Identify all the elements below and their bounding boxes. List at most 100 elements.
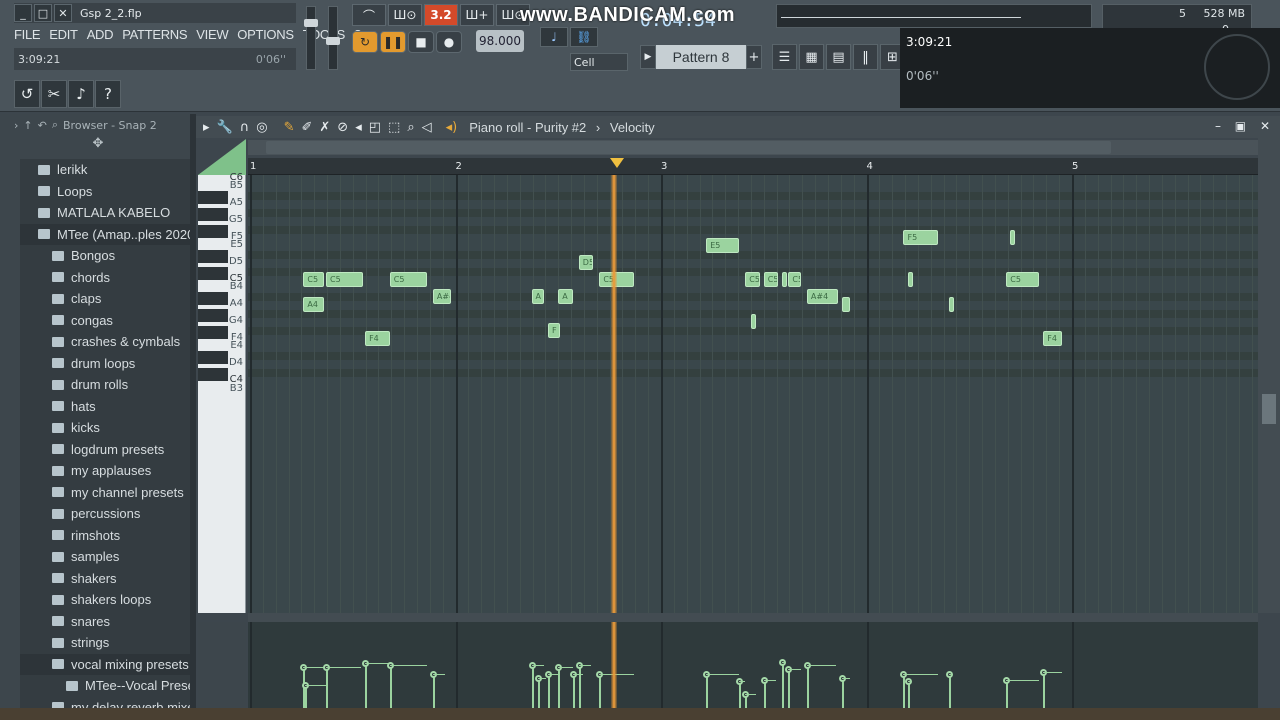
magnet-icon[interactable]: ∩ <box>240 120 250 135</box>
help-icon[interactable]: ? <box>95 80 121 108</box>
playhead[interactable] <box>610 175 617 613</box>
close-icon[interactable]: ✕ <box>1260 119 1270 133</box>
velocity-stem[interactable] <box>547 674 550 712</box>
browser-item[interactable]: crashes & cymbals <box>20 331 190 353</box>
menu-arrow-icon[interactable]: ▸ <box>203 120 210 135</box>
browser-item[interactable]: samples <box>20 546 190 568</box>
browser-item[interactable]: shakers loops <box>20 589 190 611</box>
black-key[interactable] <box>198 367 228 381</box>
menu-item-add[interactable]: ADD <box>87 27 114 42</box>
browser-item[interactable]: MTee (Amap..ples 2020 <box>20 223 190 245</box>
note[interactable] <box>841 297 851 313</box>
countdown-icon[interactable]: 3.2 <box>424 4 458 26</box>
select-icon[interactable]: ⬚ <box>388 120 400 135</box>
black-key[interactable] <box>198 249 228 263</box>
note[interactable]: C5 <box>389 272 427 288</box>
browser-item[interactable]: percussions <box>20 503 190 525</box>
close-icon[interactable]: ✕ <box>54 4 72 22</box>
pattern-selector[interactable]: ▶ Pattern 8 + <box>640 44 762 70</box>
black-key[interactable] <box>198 350 228 364</box>
browser-item[interactable]: drum loops <box>20 353 190 375</box>
loop-record-icon[interactable]: ↻ <box>352 31 378 53</box>
note[interactable]: C5 <box>745 272 760 288</box>
pause-icon[interactable]: ❚❚ <box>380 31 406 53</box>
browser-item[interactable]: my channel presets <box>20 482 190 504</box>
playlist-icon[interactable]: ☰ <box>772 44 797 70</box>
pattern-menu-icon[interactable]: ▶ <box>640 45 656 69</box>
browser-item[interactable]: congas <box>20 310 190 332</box>
link-icon[interactable]: ⛓ <box>570 27 598 47</box>
note[interactable] <box>782 272 788 288</box>
velocity-stem[interactable] <box>782 661 785 712</box>
velocity-stem[interactable] <box>706 674 709 712</box>
velocity-stem[interactable] <box>788 668 791 712</box>
velocity-stem[interactable] <box>432 674 435 712</box>
stamp-icon[interactable]: ◎ <box>256 120 267 135</box>
note-grid[interactable]: C5C5C5A4F4A#4AAFD5C5E5C5C5C5A#4F5C5F4 <box>248 175 1258 613</box>
browser-item[interactable]: vocal mixing presets <box>20 653 190 675</box>
black-key[interactable] <box>198 207 228 221</box>
undo-icon[interactable]: ↺ <box>14 80 40 108</box>
velocity-target[interactable]: Velocity <box>610 120 655 135</box>
tool-corner[interactable] <box>198 139 246 175</box>
vertical-scrollbar[interactable] <box>1258 138 1280 613</box>
cut-icon[interactable]: ✂ <box>41 80 67 108</box>
microphone-icon[interactable]: ♪ <box>68 80 94 108</box>
zoom-icon[interactable]: ⌕ <box>407 120 414 135</box>
slice-icon[interactable]: ◰ <box>369 120 381 135</box>
velocity-stem[interactable] <box>599 674 602 712</box>
menu-item-view[interactable]: VIEW <box>196 27 228 42</box>
note[interactable] <box>1010 229 1016 245</box>
scroll-thumb[interactable] <box>266 141 1111 154</box>
browser-item[interactable]: MTee--Vocal Presets <box>20 675 190 697</box>
search-icon[interactable]: ⌕ <box>52 118 58 132</box>
pattern-name[interactable]: Pattern 8 <box>656 45 746 69</box>
velocity-stem[interactable] <box>365 662 368 712</box>
mute-tool-icon[interactable]: ⊘ <box>337 120 348 135</box>
browser-item[interactable]: logdrum presets <box>20 439 190 461</box>
paint-icon[interactable]: ✐ <box>301 120 312 135</box>
note[interactable]: F4 <box>365 330 390 346</box>
velocity-stem[interactable] <box>806 665 809 712</box>
velocity-stem[interactable] <box>537 677 540 712</box>
velocity-lane[interactable] <box>248 622 1258 712</box>
black-key[interactable] <box>198 190 228 204</box>
timeline-ruler[interactable]: 1 2 3 4 5 <box>248 158 1258 175</box>
black-key[interactable] <box>198 224 228 238</box>
pencil-icon[interactable]: ✎ <box>284 120 295 135</box>
menu-item-options[interactable]: OPTIONS <box>237 27 294 42</box>
black-key[interactable] <box>198 266 228 280</box>
browser-item[interactable]: kicks <box>20 417 190 439</box>
browser-item[interactable]: MATLALA KABELO <box>20 202 190 224</box>
horizontal-scrollbar[interactable] <box>248 140 1258 155</box>
browser-item[interactable]: my applauses <box>20 460 190 482</box>
menu-item-edit[interactable]: EDIT <box>49 27 78 42</box>
note[interactable]: E5 <box>706 238 740 254</box>
slider-knob[interactable] <box>326 37 340 45</box>
menu-item-file[interactable]: FILE <box>14 27 41 42</box>
browser-item[interactable]: strings <box>20 632 190 654</box>
velocity-stem[interactable] <box>558 667 561 712</box>
browser-item[interactable]: rimshots <box>20 525 190 547</box>
snap-icon[interactable]: ♩ <box>540 27 568 47</box>
back-icon[interactable]: ↶ <box>38 119 47 132</box>
channel-rack-icon[interactable]: ▦ <box>799 44 824 70</box>
browser-item[interactable]: drum rolls <box>20 374 190 396</box>
note[interactable] <box>907 272 913 288</box>
event-editor-divider[interactable] <box>248 613 1258 622</box>
note[interactable] <box>948 297 954 313</box>
add-pattern-icon[interactable]: + <box>746 45 762 69</box>
speaker-icon[interactable]: ◂) <box>446 120 458 135</box>
browser-item[interactable]: shakers <box>20 568 190 590</box>
browser-item[interactable]: Loops <box>20 181 190 203</box>
note[interactable]: A4 <box>303 297 324 313</box>
mixer-icon[interactable]: ‖ <box>853 44 878 70</box>
note[interactable]: C5 <box>326 272 364 288</box>
note[interactable]: C5 <box>763 272 779 288</box>
browser-item[interactable]: claps <box>20 288 190 310</box>
menu-item-patterns[interactable]: PATTERNS <box>122 27 187 42</box>
up-icon[interactable]: ↑ <box>23 119 32 132</box>
note[interactable]: A <box>558 288 573 304</box>
record-icon[interactable]: ● <box>436 31 462 53</box>
browser-item[interactable]: hats <box>20 396 190 418</box>
